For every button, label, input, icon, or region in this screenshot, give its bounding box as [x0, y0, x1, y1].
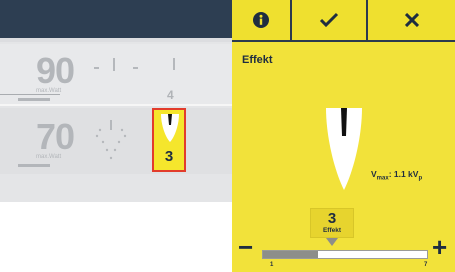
slider-fill — [263, 251, 318, 258]
slider-max-label: 7 — [424, 262, 428, 268]
dash-mark — [173, 58, 175, 70]
selected-effect-value: 3 — [164, 148, 174, 165]
row-max-label: max.Watt — [36, 154, 62, 160]
electrode-large-icon — [326, 108, 362, 190]
row-underline — [18, 164, 50, 167]
effect-value-box: 3 Effekt — [310, 208, 354, 238]
dash-mark — [133, 67, 138, 69]
slider-min-label: 1 — [270, 262, 274, 268]
effect-value-label: Effekt — [322, 227, 342, 234]
vmax-suffix: p — [418, 175, 423, 182]
panel-toolbar — [232, 0, 455, 42]
close-button[interactable] — [368, 0, 455, 40]
divider-line — [0, 94, 60, 95]
left-header-area — [0, 0, 232, 42]
spray-icon — [95, 120, 127, 160]
increase-button[interactable]: + — [432, 234, 447, 260]
row-effect-digit: 4 — [167, 88, 174, 102]
slider-thumb[interactable] — [326, 238, 338, 246]
vmax-subscript: max — [376, 175, 389, 182]
electrode-icon — [161, 114, 179, 142]
dash-mark — [113, 58, 115, 71]
page-title: Effekt — [242, 54, 273, 66]
confirm-button[interactable] — [292, 0, 366, 40]
info-button[interactable] — [232, 0, 290, 40]
vmax-value: : 1.1 kV — [388, 169, 419, 179]
info-icon — [253, 12, 269, 28]
row-underline — [18, 98, 50, 101]
row-power-value: 70 — [36, 116, 75, 157]
screen: 90 max.Watt 4 70 max.Watt 3 Effekt Vmax:… — [0, 0, 455, 272]
decrease-button[interactable]: − — [238, 234, 253, 260]
effect-panel: Effekt Vmax: 1.1 kVp 3 Effekt − + 1 7 — [232, 0, 455, 272]
list-item-coag[interactable]: 70 max.Watt — [0, 108, 232, 174]
row-power-value: 90 — [36, 50, 75, 91]
list-item-cut[interactable]: 90 max.Watt 4 — [0, 44, 232, 106]
effect-value: 3 — [327, 210, 337, 227]
selected-effect-tile[interactable]: 3 — [152, 108, 186, 172]
dash-mark — [94, 67, 99, 69]
settings-list: 90 max.Watt 4 70 max.Watt — [0, 42, 232, 202]
vmax-readout: Vmax: 1.1 kVp — [371, 169, 422, 182]
checkmark-icon — [319, 12, 339, 28]
close-icon — [404, 13, 419, 27]
effect-slider[interactable] — [262, 250, 428, 259]
empty-area — [0, 202, 232, 272]
